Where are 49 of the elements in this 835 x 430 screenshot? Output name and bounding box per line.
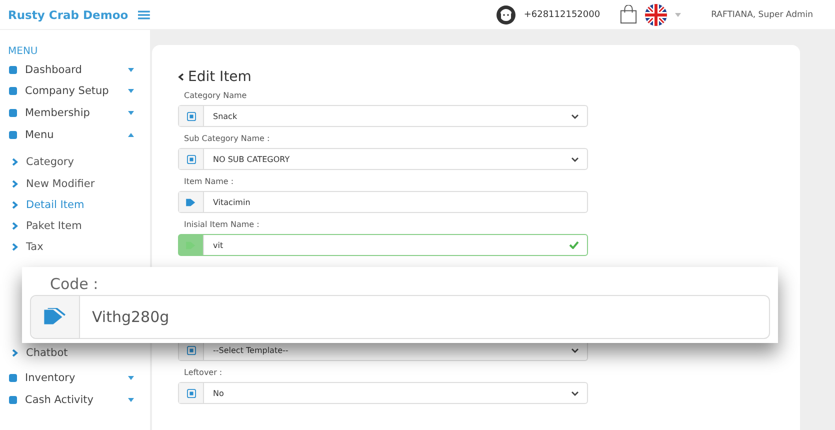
nav-item[interactable]: Menu [6, 124, 150, 146]
dropdown-caret-icon [571, 156, 579, 162]
field-label: Leftover : [183, 368, 224, 379]
field-label: Sub Category Name : [183, 134, 271, 145]
nav-item[interactable]: Membership [6, 102, 150, 124]
nav-item[interactable]: Dashboard [6, 59, 150, 81]
submenu-item[interactable]: New Modifier [26, 176, 95, 191]
submenu-item[interactable]: Paket Item [26, 218, 82, 233]
chevron-right-icon [12, 180, 18, 188]
back-icon[interactable] [178, 73, 184, 81]
phone-number: +628112152000 [524, 10, 600, 20]
nav-item[interactable]: Cash Activity [6, 388, 150, 410]
list-icon [179, 383, 204, 403]
tag-icon [31, 296, 80, 338]
field-label: Inisial Item Name : [183, 220, 260, 231]
field-label: Item Name : [183, 177, 235, 188]
chevron-right-icon [12, 200, 18, 209]
select-field[interactable]: Snack [178, 105, 588, 127]
chevron-right-icon [12, 349, 18, 358]
list-icon [179, 106, 204, 126]
nav-item[interactable]: Inventory [6, 367, 150, 389]
flag-icon[interactable] [645, 4, 668, 26]
field-label: Code : [50, 275, 100, 295]
tag-icon [179, 192, 204, 212]
dropdown-caret-icon [571, 390, 579, 396]
dropdown-caret-icon [571, 114, 579, 118]
menu-icon[interactable] [138, 10, 150, 20]
select-field[interactable]: NO SUB CATEGORY [178, 148, 588, 170]
submenu-item[interactable]: Tax [26, 240, 44, 254]
checkmark-icon [569, 241, 579, 249]
user-name[interactable]: RAFTIANA, Super Admin [711, 10, 813, 20]
chevron-right-icon [12, 158, 18, 166]
select-field[interactable]: No [178, 382, 588, 404]
input-field[interactable]: Vithg280g [30, 295, 770, 339]
input-field[interactable]: vit [178, 234, 588, 256]
submenu-item[interactable]: Category [26, 155, 74, 170]
page-title: Edit Item [188, 69, 252, 85]
chevron-right-icon [12, 222, 18, 230]
field-label: Category Name [183, 91, 248, 102]
nav-item[interactable]: Company Setup [6, 80, 150, 102]
menu-heading: MENU [8, 46, 39, 57]
dropdown-caret-icon [571, 348, 579, 352]
chevron-right-icon [12, 243, 18, 252]
shopping-bag-icon[interactable] [620, 5, 638, 24]
input-field[interactable]: Vitacimin [178, 191, 588, 213]
submenu-item[interactable]: Detail Item [26, 198, 84, 212]
tag-icon [179, 235, 204, 255]
list-icon [179, 149, 204, 169]
submenu-item[interactable]: Chatbot [26, 346, 68, 360]
